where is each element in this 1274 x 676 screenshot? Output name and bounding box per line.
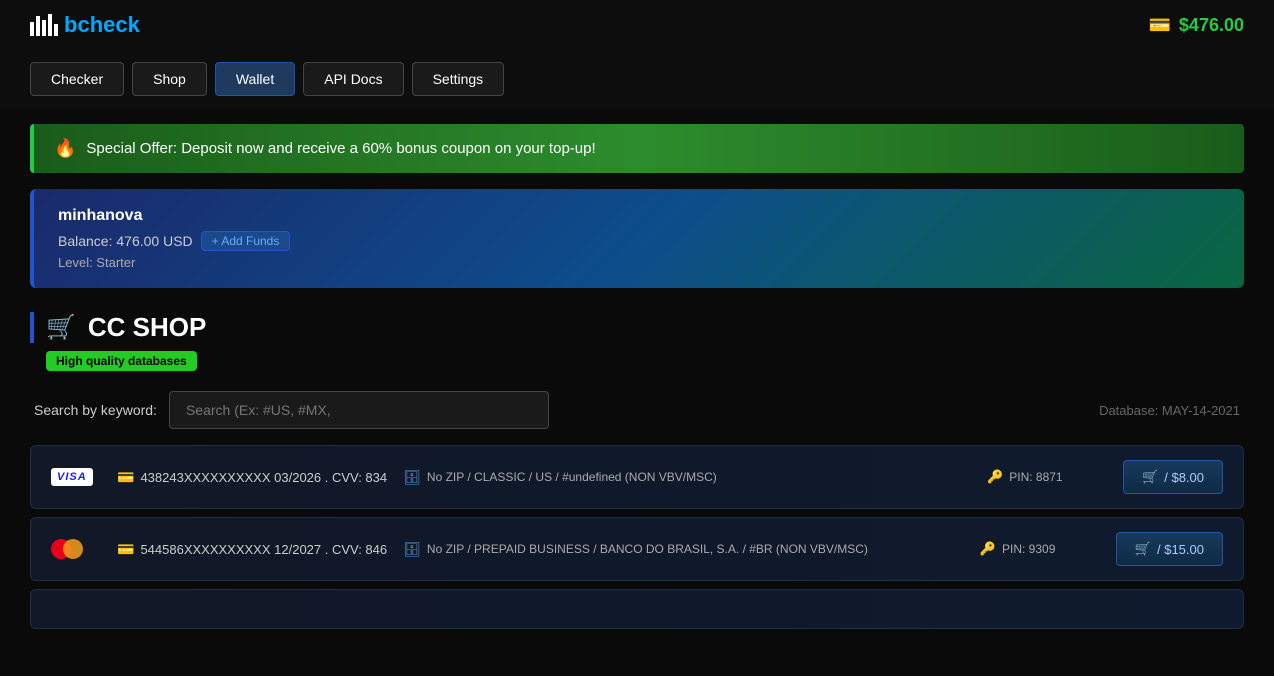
- wallet-header-icon: 💳: [1149, 15, 1171, 36]
- mastercard-logo-icon: [51, 539, 83, 559]
- card-brand-visa: VISA: [51, 468, 101, 486]
- search-label: Search by keyword:: [34, 402, 157, 418]
- card-number-2: 💳 544586XXXXXXXXXX 12/2027 . CVV: 846: [117, 541, 387, 558]
- offer-text: Special Offer: Deposit now and receive a…: [86, 140, 595, 157]
- shop-cart-icon: 🛒: [46, 313, 76, 342]
- shop-title: CC SHOP: [88, 312, 206, 343]
- card-info-2: 🗄 No ZIP / PREPAID BUSINESS / BANCO DO B…: [403, 541, 964, 558]
- logo-text: bcheck: [64, 12, 140, 38]
- nav-shop[interactable]: Shop: [132, 62, 207, 96]
- quality-badge-container: High quality databases: [30, 351, 1244, 391]
- buy-button-1[interactable]: 🛒 / $8.00: [1123, 460, 1223, 494]
- database-icon-2: 🗄: [403, 541, 421, 558]
- wallet-balance: 💳 $476.00: [1149, 15, 1245, 36]
- bar4: [48, 14, 52, 36]
- buy-button-2[interactable]: 🛒 / $15.00: [1116, 532, 1223, 566]
- search-area: Search by keyword: Database: MAY-14-2021: [30, 391, 1244, 429]
- search-input[interactable]: [169, 391, 549, 429]
- search-left: Search by keyword:: [34, 391, 549, 429]
- add-funds-button[interactable]: + Add Funds: [201, 231, 291, 251]
- nav-settings[interactable]: Settings: [412, 62, 505, 96]
- user-balance: Balance: 476.00 USD + Add Funds: [58, 231, 1220, 251]
- offer-banner: 🔥 Special Offer: Deposit now and receive…: [30, 124, 1244, 173]
- nav-checker[interactable]: Checker: [30, 62, 124, 96]
- bar2: [36, 16, 40, 36]
- visa-logo-icon: VISA: [51, 468, 93, 486]
- key-icon-1: 🔑: [987, 469, 1003, 485]
- username: minhanova: [58, 207, 1220, 225]
- user-level: Level: Starter: [58, 255, 1220, 270]
- card-info-1: 🗄 No ZIP / CLASSIC / US / #undefined (NO…: [403, 469, 971, 486]
- card-entry-1: VISA 💳 438243XXXXXXXXXX 03/2026 . CVV: 8…: [30, 445, 1244, 509]
- shop-header: 🛒 CC SHOP: [30, 312, 1244, 343]
- user-card: minhanova Balance: 476.00 USD + Add Fund…: [30, 189, 1244, 288]
- header: bcheck 💳 $476.00: [0, 0, 1274, 50]
- logo: bcheck: [30, 12, 140, 38]
- fire-icon: 🔥: [54, 138, 76, 159]
- main-content: 🔥 Special Offer: Deposit now and receive…: [0, 108, 1274, 653]
- nav-apidocs[interactable]: API Docs: [303, 62, 403, 96]
- database-label: Database: MAY-14-2021: [1099, 403, 1240, 418]
- card-entry-2: 💳 544586XXXXXXXXXX 12/2027 . CVV: 846 🗄 …: [30, 517, 1244, 581]
- database-icon-1: 🗄: [403, 469, 421, 486]
- card-entry-partial: [30, 589, 1244, 629]
- cart-buy-icon-2: 🛒: [1135, 541, 1151, 557]
- bar3: [42, 20, 46, 36]
- bar1: [30, 22, 34, 36]
- credit-card-icon-2: 💳: [117, 541, 134, 558]
- nav-wallet[interactable]: Wallet: [215, 62, 295, 96]
- cart-buy-icon-1: 🛒: [1142, 469, 1158, 485]
- key-icon-2: 🔑: [980, 541, 996, 557]
- card-brand-mc: [51, 539, 101, 559]
- quality-badge: High quality databases: [46, 351, 197, 371]
- card-pin-2: 🔑 PIN: 9309: [980, 541, 1100, 557]
- bar5: [54, 24, 58, 36]
- card-number-1: 💳 438243XXXXXXXXXX 03/2026 . CVV: 834: [117, 469, 387, 486]
- balance-amount: $476.00: [1179, 15, 1244, 36]
- logo-bars-icon: [30, 14, 58, 36]
- card-pin-1: 🔑 PIN: 8871: [987, 469, 1107, 485]
- credit-card-icon-1: 💳: [117, 469, 134, 486]
- navbar: Checker Shop Wallet API Docs Settings: [0, 50, 1274, 108]
